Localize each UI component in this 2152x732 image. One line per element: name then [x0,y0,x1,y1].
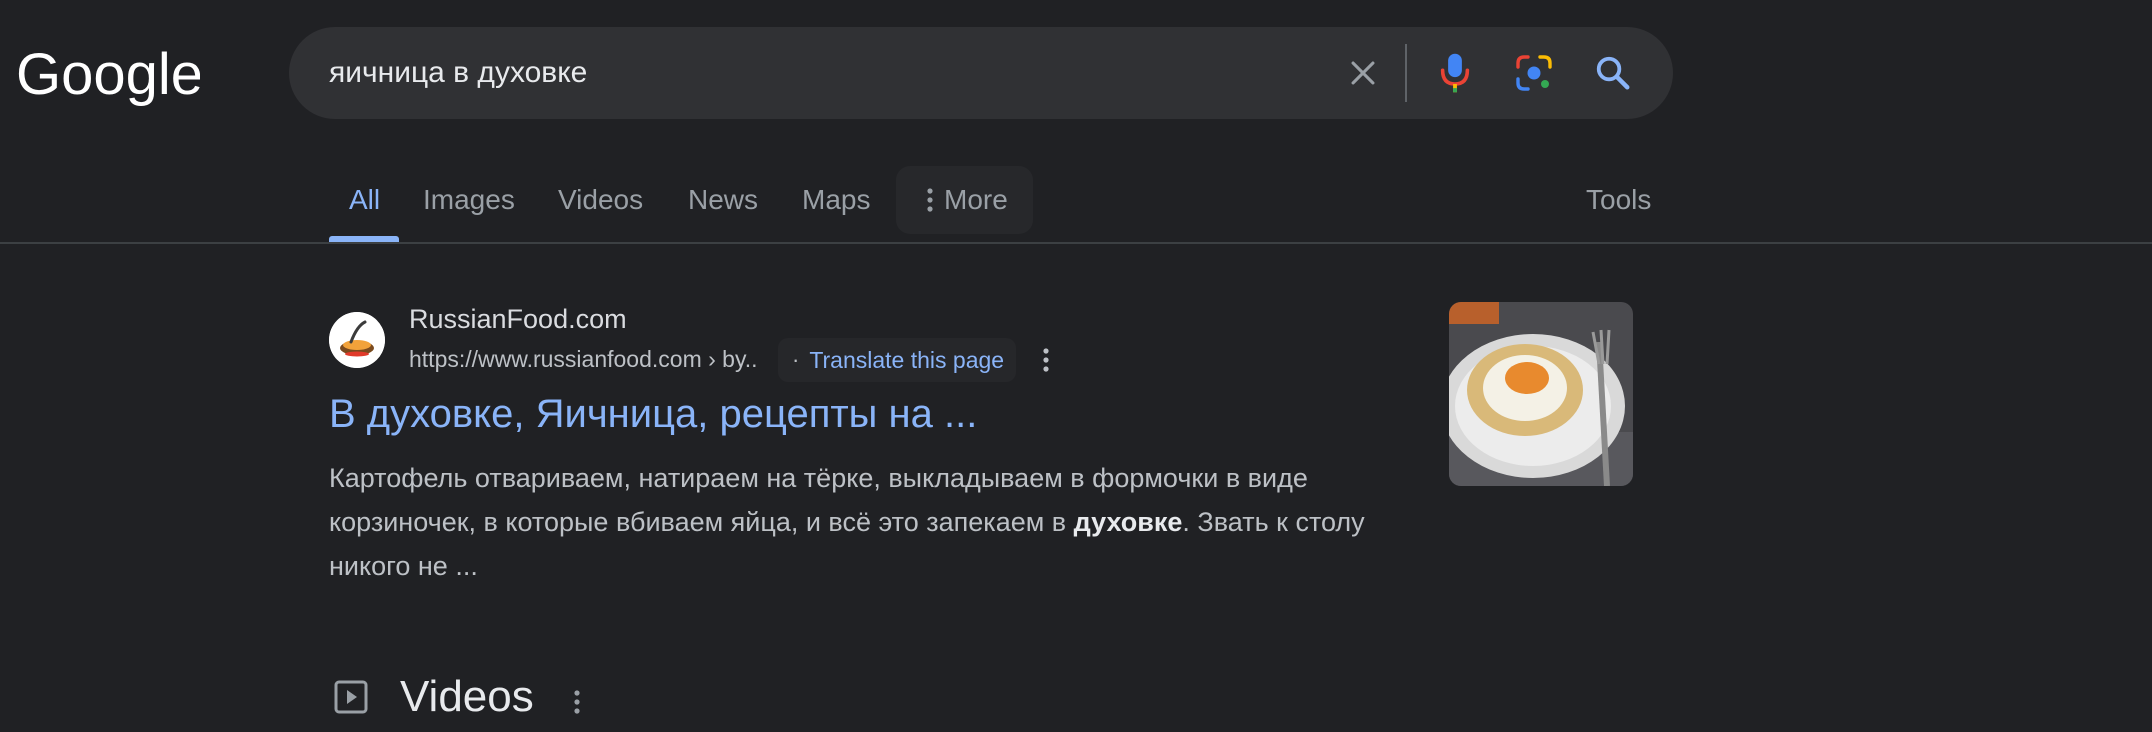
tab-label: More [944,184,1008,215]
snippet-highlight: духовке [1073,507,1183,537]
logo-text: Google [16,42,200,107]
egg-dish-image [1449,302,1633,486]
tools-label: Tools [1586,184,1652,215]
search-divider [1405,44,1407,102]
play-box-icon [333,678,373,718]
tab-label: All [349,184,381,215]
header-divider [0,242,2152,244]
site-favicon[interactable] [329,312,385,368]
site-url[interactable]: https://www.russianfood.com › by.. [409,346,758,373]
tab-label: Images [423,184,515,215]
translate-page-link[interactable]: · Translate this page [778,338,1017,382]
russianfood-favicon-icon [329,312,385,368]
tab-label: Videos [558,184,644,215]
tools-button[interactable]: Tools [1586,170,1651,242]
mic-icon[interactable] [1427,45,1483,101]
translate-label: Translate this page [809,346,1005,373]
result-thumbnail[interactable] [1449,302,1633,486]
search-bar[interactable]: яичница в духовке [289,27,1673,119]
tab-label: Maps [802,184,871,215]
tab-images[interactable]: Images [423,170,515,242]
google-logo[interactable]: Google [16,38,200,114]
tab-maps[interactable]: Maps [802,170,870,242]
more-vert-icon [927,188,933,212]
close-icon[interactable] [1335,45,1391,101]
dot-separator: · [792,347,800,372]
search-input[interactable]: яичница в духовке [329,27,587,119]
search-icon[interactable] [1585,45,1641,101]
result-snippet: Картофель отвариваем, натираем на тёрке,… [329,456,1429,588]
tab-more-content[interactable]: More [926,170,1008,242]
tab-label: News [688,184,759,215]
result-title-link[interactable]: В духовке, Яичница, рецепты на ... [329,392,977,437]
search-results-page: Google яичница в духовке All Images Vide… [0,0,2152,732]
videos-section-title: Videos [400,672,534,721]
tab-videos[interactable]: Videos [558,170,643,242]
lens-icon[interactable] [1506,45,1562,101]
site-name[interactable]: RussianFood.com [409,304,627,335]
videos-options-icon[interactable] [567,682,587,722]
tab-news[interactable]: News [688,170,758,242]
tab-all[interactable]: All [349,170,380,242]
result-options-icon[interactable] [1036,340,1056,380]
